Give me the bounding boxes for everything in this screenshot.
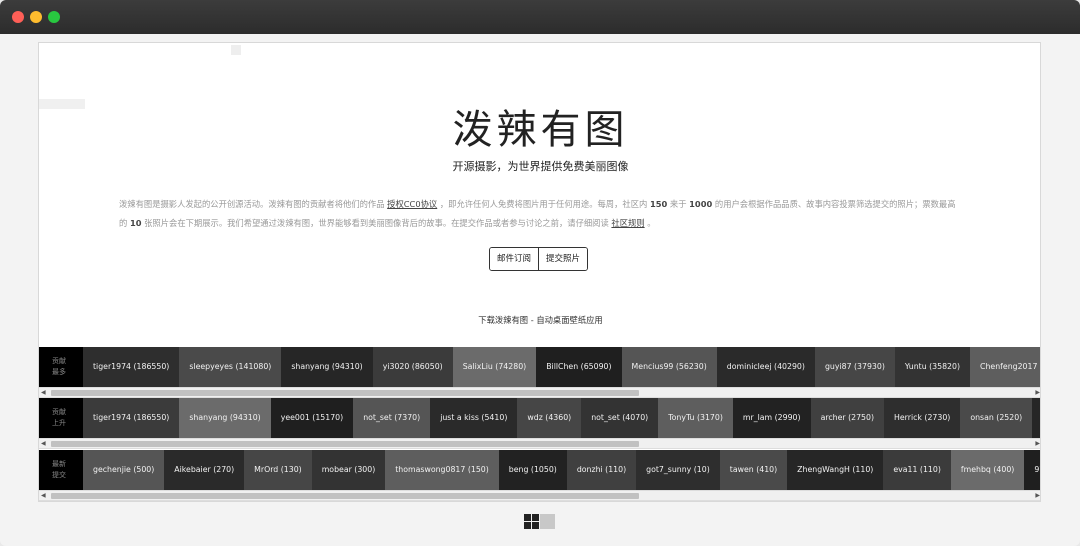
contributor-tile[interactable]: got7_sunny (10)	[636, 450, 720, 490]
contributor-strip: 最新 提交 gechenjie (500) Aikebaier (270) MrOrd …	[39, 450, 1040, 490]
intro-text: 张照片会在下期展示。我们希望通过泼辣有图，世界能够看到美丽图像背后的故事。在提交…	[144, 218, 609, 228]
contributor-tile[interactable]: donzhi (110)	[566, 450, 637, 490]
license-link[interactable]: 授权CC0协议	[387, 199, 437, 209]
scroll-left-icon[interactable]: ◀	[41, 390, 46, 396]
contributor-tile[interactable]: sleepyeyes (141080)	[179, 347, 282, 387]
contributor-tile[interactable]: ZhengWangH (110)	[787, 450, 884, 490]
intro-number: 1000	[689, 199, 713, 209]
contributor-tile[interactable]: not_set (4070)	[581, 398, 659, 438]
contributor-tile[interactable]: Herrick (2730)	[884, 398, 961, 438]
web-page: 泼辣有图 开源摄影，为世界提供免费美丽图像 泼辣有图是摄影人发起的公开创源活动。…	[38, 42, 1041, 502]
community-rules-link[interactable]: 社区规则	[611, 218, 644, 228]
contributor-strip: 贡献 最多 tiger1974 (186550) sleepyeyes (141080…	[39, 347, 1040, 387]
submit-photo-button[interactable]: 提交照片	[538, 248, 588, 270]
page-title: 泼辣有图	[452, 107, 629, 153]
contributor-tile[interactable]: mobear (300)	[311, 450, 386, 490]
download-app-link[interactable]: 下载泼辣有图 - 自动桌面壁纸应用	[39, 314, 1040, 326]
strip-label-line: 贡献	[52, 408, 66, 416]
contributor-tile[interactable]: thomaswong0817 (150)	[385, 450, 499, 490]
contributor-tile[interactable]: not_set (7370)	[353, 398, 431, 438]
contributor-tile[interactable]: yee001 (15170)	[270, 398, 354, 438]
decorative-block	[231, 45, 241, 55]
zoom-window-button[interactable]	[48, 11, 60, 23]
close-window-button[interactable]	[12, 11, 24, 23]
strip-label: 贡献 上升	[39, 398, 83, 438]
contributor-tile[interactable]: wdz (4360)	[517, 398, 582, 438]
contributor-tile[interactable]: TonyTu (3170)	[658, 398, 733, 438]
contributor-row: tiger1974 (186550) shanyang (94310) yee001…	[83, 398, 1040, 438]
scroll-right-icon[interactable]: ▶	[1035, 493, 1040, 499]
strip-label-line: 贡献	[52, 357, 66, 365]
strip-label: 贡献 最多	[39, 347, 83, 387]
strip-label-line: 提交	[52, 471, 66, 479]
action-button-group: 邮件订阅 提交照片	[489, 247, 589, 271]
contributor-row: tiger1974 (186550) sleepyeyes (141080) sha…	[83, 347, 1040, 387]
contributor-row: gechenjie (500) Aikebaier (270) MrOrd (130…	[83, 450, 1040, 490]
contributor-tile[interactable]: SalixLiu (74280)	[452, 347, 537, 387]
scroll-left-icon[interactable]: ◀	[41, 493, 46, 499]
grid-view-icon[interactable]	[524, 514, 555, 530]
strip-label-line: 最新	[52, 460, 66, 468]
window-titlebar	[0, 0, 1080, 34]
intro-paragraph: 泼辣有图是摄影人发起的公开创源活动。泼辣有图的贡献者将他们的作品 授权CC0协议…	[119, 195, 959, 233]
contributor-tile[interactable]: Mencius99 (56230)	[621, 347, 717, 387]
contributor-tile[interactable]: onsan (2520)	[960, 398, 1033, 438]
horizontal-scrollbar[interactable]: ◀ ▶	[39, 490, 1040, 501]
contributor-tile[interactable]: archer (2750)	[810, 398, 885, 438]
scroll-right-icon[interactable]: ▶	[1035, 441, 1040, 447]
contributor-tile[interactable]: tiger1974 (186550)	[83, 398, 180, 438]
contributor-tile[interactable]: eva11 (110)	[883, 450, 951, 490]
browser-window: 泼辣有图 开源摄影，为世界提供免费美丽图像 泼辣有图是摄影人发起的公开创源活动。…	[0, 0, 1080, 546]
contributor-tile[interactable]: guyi87 (37930)	[814, 347, 895, 387]
contributor-tile[interactable]: gechenjie (500)	[83, 450, 165, 490]
contributor-strip: 贡献 上升 tiger1974 (186550) shanyang (94310) ye…	[39, 398, 1040, 438]
contributor-tile[interactable]: 97552	[1024, 450, 1040, 490]
contributor-tile[interactable]: beng (1050)	[498, 450, 567, 490]
contributor-tile[interactable]: Chenfeng2017 (31	[970, 347, 1040, 387]
strip-label-line: 上升	[52, 419, 66, 427]
intro-text: ，即允许任何人免费将图片用于任何用途。每周，社区内	[439, 199, 648, 209]
minimize-window-button[interactable]	[30, 11, 42, 23]
scrollbar-thumb[interactable]	[51, 390, 639, 396]
strip-label: 最新 提交	[39, 450, 83, 490]
contributor-tile[interactable]: tawen (410)	[719, 450, 788, 490]
horizontal-scrollbar[interactable]: ◀ ▶	[39, 438, 1040, 449]
scrollbar-thumb[interactable]	[51, 441, 639, 447]
contributor-tile[interactable]: tiger1974 (186550)	[83, 347, 180, 387]
page-subtitle: 开源摄影，为世界提供免费美丽图像	[452, 160, 629, 173]
intro-text: 。	[647, 218, 656, 228]
contributor-tile[interactable]: Aikebaier (270)	[164, 450, 245, 490]
scroll-right-icon[interactable]: ▶	[1035, 390, 1040, 396]
contributor-tile[interactable]: mr_lam (2990)	[732, 398, 811, 438]
contributor-tile[interactable]: MrOrd (130)	[244, 450, 312, 490]
contributor-tile[interactable]: Yuntu (35820)	[894, 347, 971, 387]
scrollbar-thumb[interactable]	[51, 493, 639, 499]
intro-number: 150	[649, 199, 668, 209]
contributor-tile[interactable]: shanyang (94310)	[179, 398, 271, 438]
scroll-left-icon[interactable]: ◀	[41, 441, 46, 447]
intro-text: 泼辣有图是摄影人发起的公开创源活动。泼辣有图的贡献者将他们的作品	[119, 199, 385, 209]
contributor-tile[interactable]: BillChen (65090)	[536, 347, 622, 387]
contributor-tile[interactable]: just a kiss (5410)	[430, 398, 518, 438]
strip-label-line: 最多	[52, 368, 66, 376]
horizontal-scrollbar[interactable]: ◀ ▶	[39, 387, 1040, 398]
email-subscribe-button[interactable]: 邮件订阅	[490, 248, 539, 270]
contributor-tile[interactable]: hr	[1032, 398, 1040, 438]
contributor-tile[interactable]: dominicleej (40290)	[716, 347, 815, 387]
contributor-tile[interactable]: fmehbq (400)	[950, 450, 1025, 490]
intro-number: 10	[129, 218, 142, 228]
contributor-tile[interactable]: yi3020 (86050)	[372, 347, 453, 387]
contributor-tile[interactable]: shanyang (94310)	[281, 347, 373, 387]
intro-text: 来于	[669, 199, 687, 209]
